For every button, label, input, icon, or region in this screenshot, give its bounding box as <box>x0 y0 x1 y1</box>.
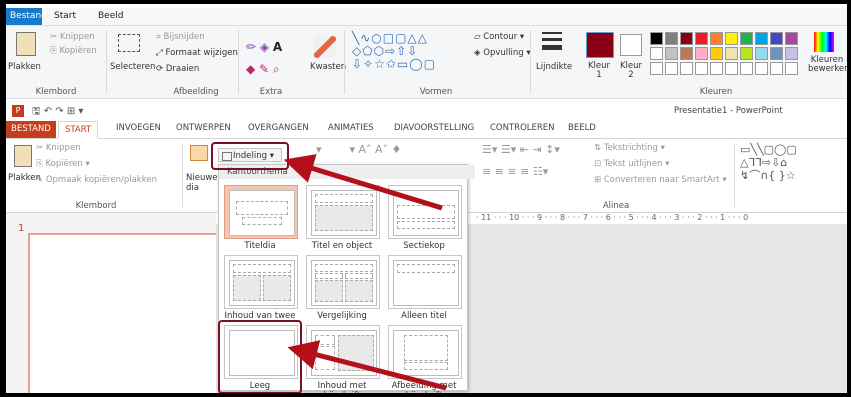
arrow-to-layout-button <box>283 154 443 211</box>
arrow-to-blank-layout <box>287 340 447 391</box>
annotation-arrows <box>283 154 447 391</box>
screenshot-frame: Bestand Start Beeld Plakken ✂ Knippen ⎘ … <box>6 4 847 393</box>
